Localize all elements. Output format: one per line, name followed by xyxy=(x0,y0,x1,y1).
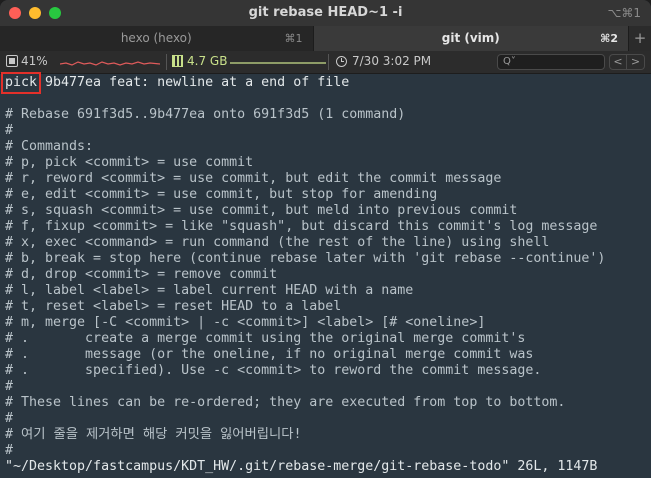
tab-git-vim[interactable]: git (vim) ⌘2 xyxy=(313,26,630,51)
clock-icon xyxy=(336,55,347,67)
memory-value: 4.7 GB xyxy=(187,54,228,68)
first-line: pick 9b477ea feat: newline at a end of f… xyxy=(5,75,350,90)
tab-shortcut: ⌘1 xyxy=(284,32,303,45)
terminal-line: # . specified). Use -c <commit> to rewor… xyxy=(5,363,542,378)
cursor-highlight xyxy=(1,72,41,94)
new-tab-button[interactable]: + xyxy=(629,26,651,51)
clock-value: 7/30 3:02 PM xyxy=(352,54,432,68)
status-bar: 41% 4.7 GB 7/30 3:02 PM Q˅ < > xyxy=(0,51,651,74)
terminal-line: # xyxy=(5,123,14,138)
search-nav: < > xyxy=(609,54,645,70)
vim-status-line: "~/Desktop/fastcampus/KDT_HW/.git/rebase… xyxy=(5,459,598,474)
window-shortcut: ⌥⌘1 xyxy=(607,6,641,20)
tab-hexo[interactable]: hexo (hexo) ⌘1 xyxy=(0,26,314,51)
terminal-line: # x, exec <command> = run command (the r… xyxy=(5,235,550,250)
terminal-content[interactable]: pick 9b477ea feat: newline at a end of f… xyxy=(0,74,651,478)
terminal-line: # xyxy=(5,379,14,394)
terminal-line: # f, fixup <commit> = like "squash", but… xyxy=(5,219,598,234)
clock-indicator: 7/30 3:02 PM xyxy=(336,54,431,68)
terminal-line: # d, drop <commit> = remove commit xyxy=(5,267,278,282)
terminal-line: # s, squash <commit> = use commit, but m… xyxy=(5,203,518,218)
search-input[interactable]: Q˅ xyxy=(497,54,605,70)
terminal-line: # . message (or the oneline, if no origi… xyxy=(5,347,534,362)
terminal-line: # These lines can be re-ordered; they ar… xyxy=(5,395,566,410)
separator xyxy=(328,54,329,70)
terminal-window: git rebase HEAD~1 -i ⌥⌘1 hexo (hexo) ⌘1 … xyxy=(0,0,651,478)
memory-indicator: 4.7 GB xyxy=(172,54,227,68)
next-match-button[interactable]: > xyxy=(627,54,645,70)
terminal-line: # p, pick <commit> = use commit xyxy=(5,155,254,170)
cpu-indicator: 41% xyxy=(6,54,48,68)
terminal-line: # . create a merge commit using the orig… xyxy=(5,331,526,346)
terminal-line: # b, break = stop here (continue rebase … xyxy=(5,251,606,266)
tab-label: hexo (hexo) xyxy=(120,31,192,45)
terminal-line: # Rebase 691f3d5..9b477ea onto 691f3d5 (… xyxy=(5,107,406,122)
cpu-value: 41% xyxy=(21,54,48,68)
tab-bar: hexo (hexo) ⌘1 git (vim) ⌘2 + xyxy=(0,26,651,51)
previous-match-button[interactable]: < xyxy=(609,54,627,70)
terminal-line: # t, reset <label> = reset HEAD to a lab… xyxy=(5,299,342,314)
window-title: git rebase HEAD~1 -i xyxy=(248,5,403,20)
terminal-line: # xyxy=(5,411,14,426)
terminal-line: # r, reword <commit> = use commit, but e… xyxy=(5,171,502,186)
memory-sparkline xyxy=(230,62,326,64)
terminal-line: # l, label <label> = label current HEAD … xyxy=(5,283,414,298)
terminal-line: # 여기 줄을 제거하면 해당 커밋을 잃어버립니다! xyxy=(5,427,302,442)
title-bar: git rebase HEAD~1 -i ⌥⌘1 xyxy=(0,0,651,26)
tab-label: git (vim) xyxy=(441,31,500,45)
terminal-line: # xyxy=(5,443,14,458)
separator xyxy=(166,54,167,70)
cpu-sparkline xyxy=(60,61,160,66)
cpu-icon xyxy=(6,55,18,67)
memory-icon xyxy=(172,55,183,67)
terminal-line: # e, edit <commit> = use commit, but sto… xyxy=(5,187,438,202)
terminal-line: # m, merge [-C <commit> | -c <commit>] <… xyxy=(5,315,486,330)
tab-shortcut: ⌘2 xyxy=(600,32,619,45)
terminal-line: # Commands: xyxy=(5,139,94,154)
